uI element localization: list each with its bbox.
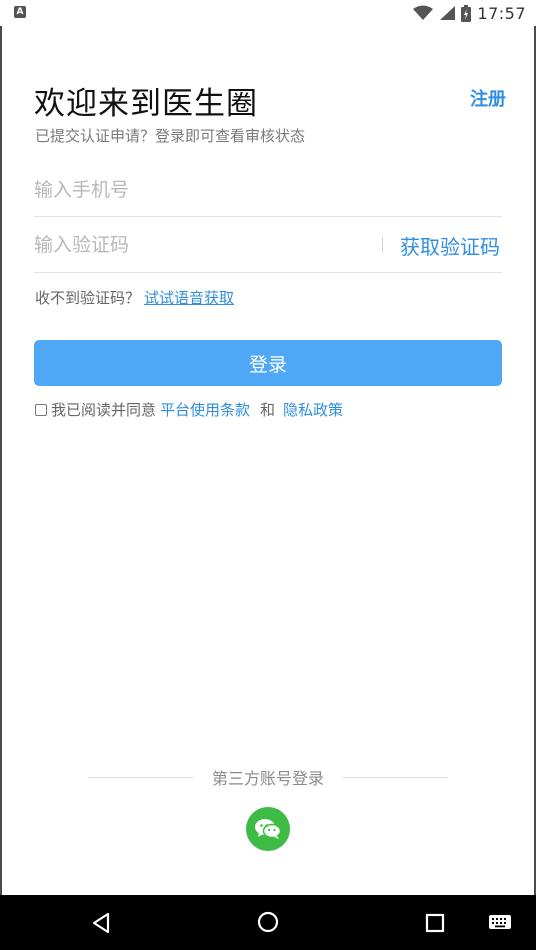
phone-input[interactable] bbox=[34, 164, 502, 216]
agree-and: 和 bbox=[260, 401, 276, 419]
agreement-row: 我已阅读并同意 平台使用条款 和 隐私政策 bbox=[35, 399, 349, 420]
no-code-row: 收不到验证码？ 试试语音获取 bbox=[35, 287, 234, 308]
register-link[interactable]: 注册 bbox=[470, 85, 506, 111]
wechat-login-button[interactable] bbox=[246, 807, 290, 851]
navigation-bar bbox=[0, 895, 536, 950]
status-bar: A 17:57 bbox=[0, 0, 536, 26]
battery-icon bbox=[461, 4, 472, 22]
divider-line bbox=[342, 776, 449, 778]
signal-icon bbox=[440, 6, 456, 20]
home-icon[interactable] bbox=[257, 911, 279, 933]
wifi-icon bbox=[413, 5, 434, 20]
no-code-text: 收不到验证码？ bbox=[35, 289, 141, 307]
divider-line bbox=[88, 776, 194, 778]
code-divider bbox=[382, 237, 383, 253]
clock: 17:57 bbox=[477, 3, 526, 23]
third-party-divider: 第三方账号登录 bbox=[88, 766, 449, 788]
status-icons: 17:57 bbox=[413, 3, 526, 23]
voice-code-link[interactable]: 试试语音获取 bbox=[144, 289, 234, 307]
recent-apps-icon[interactable] bbox=[425, 913, 445, 933]
terms-link[interactable]: 平台使用条款 bbox=[160, 399, 250, 420]
login-button[interactable]: 登录 bbox=[34, 340, 502, 386]
page-title: 欢迎来到医生圈 bbox=[34, 86, 258, 122]
agree-checkbox[interactable] bbox=[35, 403, 47, 416]
keyboard-icon[interactable] bbox=[488, 913, 512, 931]
code-input[interactable] bbox=[34, 218, 364, 272]
phone-field bbox=[34, 164, 502, 217]
third-party-label: 第三方账号登录 bbox=[212, 769, 325, 788]
page-subtitle: 已提交认证申请？登录即可查看审核状态 bbox=[35, 127, 306, 145]
agree-prefix: 我已阅读并同意 bbox=[51, 401, 157, 419]
back-icon[interactable] bbox=[90, 911, 112, 935]
app-notification-icon: A bbox=[14, 6, 26, 18]
privacy-link[interactable]: 隐私政策 bbox=[283, 399, 343, 420]
wechat-icon bbox=[255, 819, 282, 839]
get-code-button[interactable]: 获取验证码 bbox=[400, 231, 500, 260]
code-field: 获取验证码 bbox=[34, 218, 502, 273]
